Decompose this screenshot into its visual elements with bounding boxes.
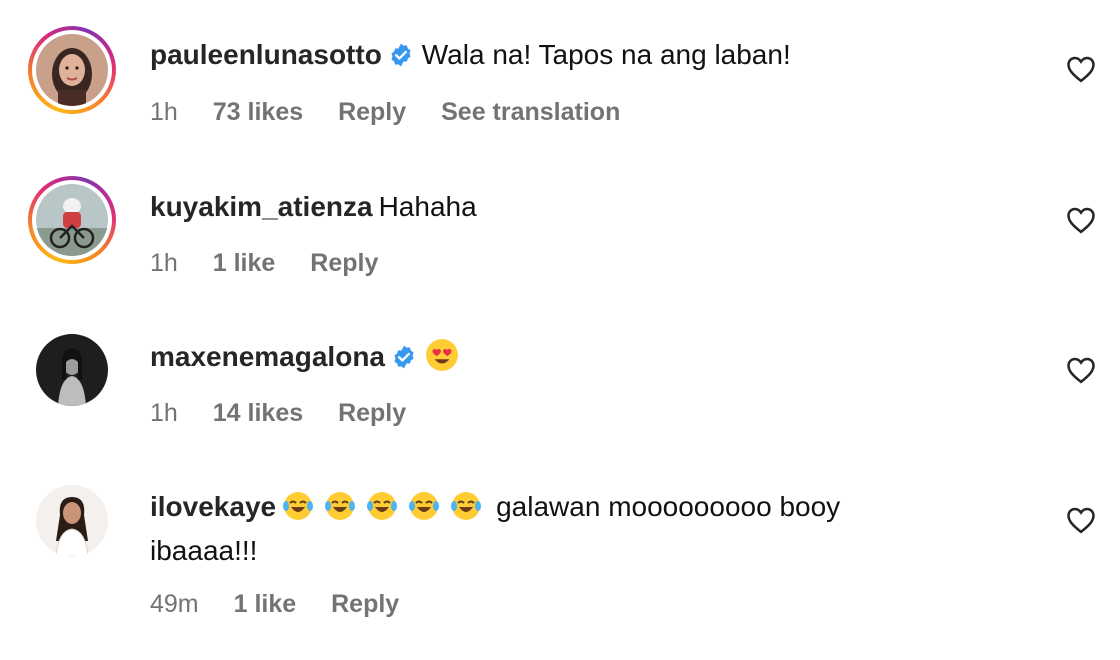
reply-button[interactable]: Reply bbox=[331, 590, 399, 618]
heart-outline-icon[interactable] bbox=[1066, 206, 1096, 234]
comment-item: maxenemagalona 1h 14 likes Reply bbox=[0, 300, 1120, 450]
heart-eyes-emoji-icon bbox=[426, 339, 458, 371]
comment-time: 1h bbox=[150, 249, 178, 277]
comment-likes[interactable]: 73 likes bbox=[213, 98, 303, 126]
comment-time: 1h bbox=[150, 98, 178, 126]
verified-badge-icon bbox=[391, 43, 411, 67]
comment-time: 49m bbox=[150, 590, 199, 618]
laughing-tears-emoji-icon bbox=[409, 492, 440, 520]
avatar-story-ring[interactable] bbox=[28, 26, 116, 114]
comment-meta: 1h 1 like Reply bbox=[150, 249, 406, 278]
heart-outline-icon[interactable] bbox=[1066, 55, 1096, 83]
comment-text: galawan mooooooooo booy bbox=[496, 491, 841, 522]
comment-likes[interactable]: 1 like bbox=[213, 249, 276, 277]
laughing-tears-emoji-icon bbox=[283, 492, 314, 520]
laughing-tears-emoji-icon bbox=[367, 492, 398, 520]
heart-outline-icon[interactable] bbox=[1066, 356, 1096, 384]
comment-meta: 49m 1 like Reply bbox=[150, 590, 427, 619]
avatar[interactable] bbox=[36, 334, 108, 406]
comment-item: kuyakim_atienza Hahaha 1h 1 like Reply bbox=[0, 150, 1120, 300]
reply-button[interactable]: Reply bbox=[338, 399, 406, 427]
comment-item: pauleenlunasotto Wala na! Tapos na ang la… bbox=[0, 0, 1120, 150]
comment-username[interactable]: kuyakim_atienza bbox=[150, 191, 373, 222]
comment-username[interactable]: pauleenlunasotto bbox=[150, 39, 382, 70]
comment-time: 1h bbox=[150, 399, 178, 427]
comment-username[interactable]: ilovekaye bbox=[150, 491, 276, 522]
see-translation-button[interactable]: See translation bbox=[441, 98, 620, 126]
avatar[interactable] bbox=[36, 485, 108, 557]
laughing-tears-emoji-icon bbox=[325, 492, 356, 520]
comment-meta: 1h 73 likes Reply See translation bbox=[150, 98, 648, 127]
comment-likes[interactable]: 14 likes bbox=[213, 399, 303, 427]
comment-item: ilovekaye galawan mooooooooo booy ibaaaa!… bbox=[0, 450, 1120, 660]
comment-text-line2: ibaaaa!!! bbox=[150, 535, 258, 566]
comment-likes[interactable]: 1 like bbox=[234, 590, 297, 618]
laughing-tears-emoji-icon bbox=[451, 492, 482, 520]
reply-button[interactable]: Reply bbox=[338, 98, 406, 126]
reply-button[interactable]: Reply bbox=[310, 249, 378, 277]
avatar-story-ring[interactable] bbox=[28, 176, 116, 264]
comment-username[interactable]: maxenemagalona bbox=[150, 341, 385, 372]
avatar bbox=[36, 34, 108, 106]
comment-text: Hahaha bbox=[378, 191, 477, 222]
verified-badge-icon bbox=[394, 345, 414, 369]
comment-meta: 1h 14 likes Reply bbox=[150, 399, 434, 428]
heart-outline-icon[interactable] bbox=[1066, 506, 1096, 534]
avatar bbox=[36, 184, 108, 256]
comment-text: Wala na! Tapos na ang laban! bbox=[421, 39, 791, 70]
